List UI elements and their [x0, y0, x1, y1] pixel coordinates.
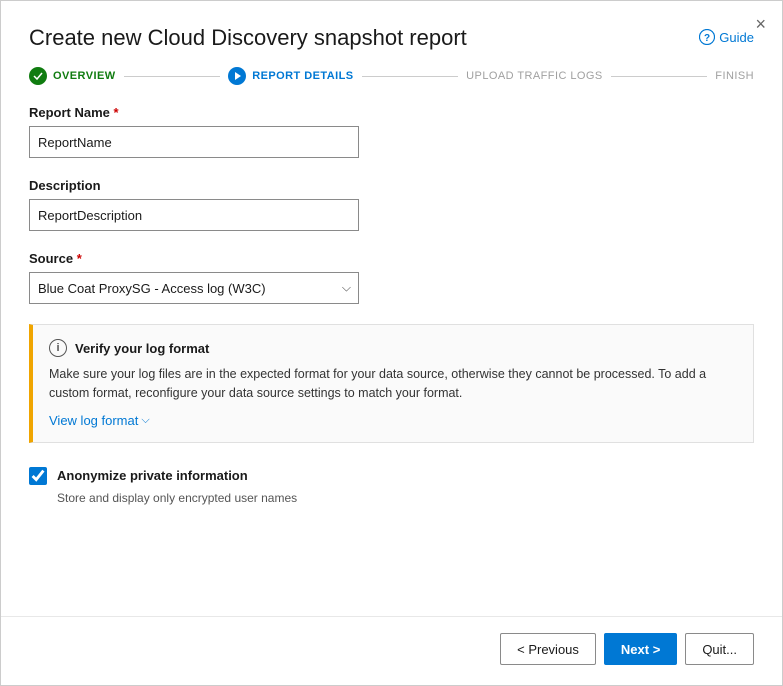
description-group: Description — [29, 178, 754, 231]
step-connector-3 — [611, 76, 708, 77]
dialog-footer: < Previous Next > Quit... — [1, 616, 782, 685]
step-connector-2 — [362, 76, 459, 77]
source-required-star: * — [77, 251, 82, 266]
quit-button[interactable]: Quit... — [685, 633, 754, 665]
source-select[interactable]: Blue Coat ProxySG - Access log (W3C) Cis… — [29, 272, 359, 304]
description-input[interactable] — [29, 199, 359, 231]
guide-label: Guide — [719, 30, 754, 45]
report-name-label: Report Name * — [29, 105, 754, 120]
question-circle-icon: ? — [699, 29, 715, 45]
anonymize-checkbox-row: Anonymize private information — [29, 467, 754, 485]
step-report-details-icon — [228, 67, 246, 85]
step-upload-traffic-logs: UPLOAD TRAFFIC LOGS — [466, 70, 603, 82]
dialog: × Create new Cloud Discovery snapshot re… — [0, 0, 783, 686]
view-log-link-text: View log format — [49, 413, 138, 428]
step-finish: FINISH — [715, 70, 754, 82]
dialog-header: Create new Cloud Discovery snapshot repo… — [1, 1, 782, 67]
previous-button[interactable]: < Previous — [500, 633, 596, 665]
close-button[interactable]: × — [755, 15, 766, 33]
anonymize-label: Anonymize private information — [57, 468, 248, 483]
step-finish-label: FINISH — [715, 70, 754, 82]
anonymize-description: Store and display only encrypted user na… — [57, 491, 754, 505]
guide-area: ? Guide — [699, 29, 754, 45]
dialog-title: Create new Cloud Discovery snapshot repo… — [29, 25, 467, 51]
required-star: * — [114, 105, 119, 120]
step-overview-icon — [29, 67, 47, 85]
report-name-input[interactable] — [29, 126, 359, 158]
source-group: Source * Blue Coat ProxySG - Access log … — [29, 251, 754, 304]
next-button[interactable]: Next > — [604, 633, 677, 665]
step-report-details-label: REPORT DETAILS — [252, 70, 353, 82]
info-box-title: i Verify your log format — [49, 339, 737, 357]
step-connector-1 — [124, 76, 221, 77]
svg-text:?: ? — [704, 33, 710, 44]
anonymize-checkbox[interactable] — [29, 467, 47, 485]
chevron-down-small-icon: ⌵ — [141, 414, 149, 427]
guide-button[interactable]: ? Guide — [699, 29, 754, 45]
report-name-group: Report Name * — [29, 105, 754, 158]
step-report-details: REPORT DETAILS — [228, 67, 353, 85]
description-label: Description — [29, 178, 754, 193]
source-label: Source * — [29, 251, 754, 266]
source-select-wrapper: Blue Coat ProxySG - Access log (W3C) Cis… — [29, 272, 359, 304]
view-log-link[interactable]: View log format ⌵ — [49, 413, 150, 428]
stepper: OVERVIEW REPORT DETAILS UPLOAD TRAFFIC L… — [1, 67, 782, 105]
info-box-title-text: Verify your log format — [75, 341, 209, 356]
info-circle-icon: i — [49, 339, 67, 357]
dialog-body: Report Name * Description Source * Blue … — [1, 105, 782, 616]
step-overview: OVERVIEW — [29, 67, 116, 85]
anonymize-group: Anonymize private information Store and … — [29, 467, 754, 505]
step-upload-label: UPLOAD TRAFFIC LOGS — [466, 70, 603, 82]
step-overview-label: OVERVIEW — [53, 70, 116, 82]
info-box-text: Make sure your log files are in the expe… — [49, 365, 737, 403]
info-box: i Verify your log format Make sure your … — [29, 324, 754, 443]
